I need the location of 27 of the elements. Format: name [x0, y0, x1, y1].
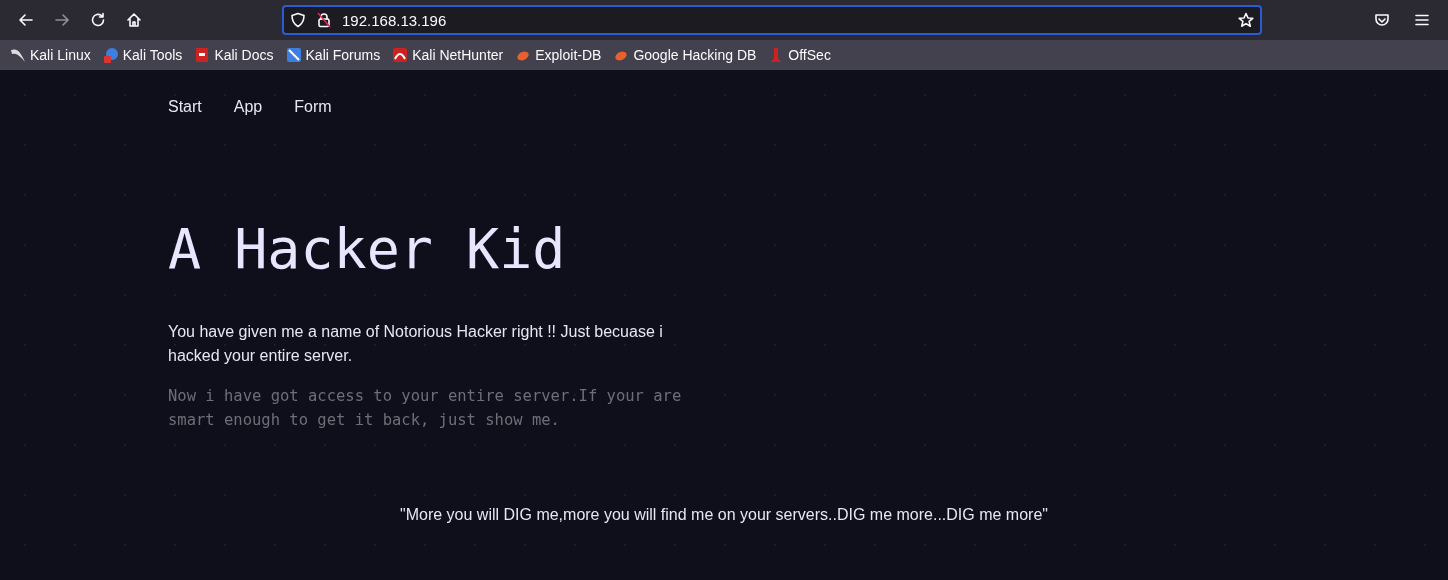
- bookmark-link[interactable]: Kali Tools: [96, 43, 189, 67]
- home-icon: [126, 12, 142, 28]
- bookmark-link[interactable]: Kali Linux: [4, 43, 97, 67]
- insecure-lock-icon: [316, 12, 332, 28]
- note-paragraph: Now i have got access to your entire server.If your are smart enough to get it back, just show me.: [168, 386, 683, 431]
- bookmark-link[interactable]: OffSec: [762, 43, 837, 67]
- quote-text: "More you will DIG me,more you will find me on your servers..DIG me more...DIG me more": [400, 506, 1048, 523]
- bookmark-link[interactable]: Google Hacking DB: [607, 43, 763, 67]
- url-text: 192.168.13.196: [342, 11, 448, 29]
- bookmark-link[interactable]: Exploit-DB: [509, 43, 608, 67]
- page-heading: A Hacker Kid: [168, 216, 567, 282]
- bookmark-link[interactable]: Kali NetHunter: [386, 43, 510, 67]
- star-icon[interactable]: [1238, 12, 1254, 28]
- bookmark-link[interactable]: Kali Docs: [188, 43, 280, 67]
- intro-paragraph: You have given me a name of Notorious Hacker right !! Just becuase i hacked your entire server.: [168, 322, 664, 366]
- nav-link[interactable]: Form: [294, 98, 332, 116]
- reload-icon: [90, 12, 106, 28]
- nav-link[interactable]: Start: [168, 98, 202, 116]
- bookmark-link[interactable]: Kali Forums: [279, 43, 387, 67]
- nav-link[interactable]: App: [233, 98, 263, 116]
- menu-icon: [1414, 12, 1430, 28]
- back-arrow-icon: [18, 12, 34, 28]
- address-bar[interactable]: 192.168.13.196: [282, 5, 1262, 35]
- forward-arrow-icon: [54, 12, 70, 28]
- pocket-icon: [1374, 12, 1390, 28]
- book-icon: [194, 47, 211, 63]
- shield-icon: [290, 12, 306, 28]
